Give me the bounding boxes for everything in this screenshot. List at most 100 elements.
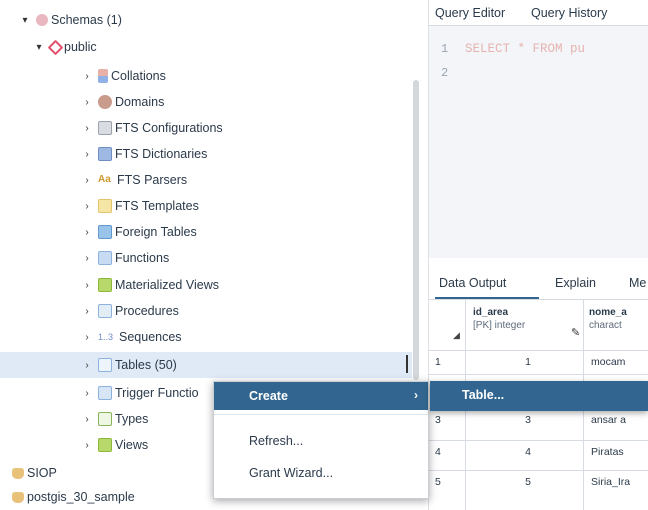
chevron-right-icon[interactable]: › (80, 123, 94, 134)
tree-node-label: Types (115, 412, 149, 426)
tree-node-label: FTS Dictionaries (115, 147, 208, 161)
tree-node-foreign-tables[interactable]: › Foreign Tables (0, 219, 412, 245)
chevron-right-icon[interactable]: › (80, 201, 94, 212)
column-header-nome-area[interactable]: nome_a charact (589, 306, 627, 354)
tree-node-procedures[interactable]: › Procedures (0, 298, 412, 324)
tree-node-domains[interactable]: › Domains (0, 89, 412, 115)
chevron-right-icon[interactable]: › (80, 332, 94, 343)
sql-editor[interactable]: 1 2 SELECT * FROM pu (429, 26, 648, 258)
column-name: nome_a (589, 307, 627, 318)
tree-node-schemas[interactable]: ▾ Schemas (1) (0, 7, 412, 33)
menu-item-label: Create (249, 389, 288, 403)
functions-icon (98, 251, 112, 265)
edit-pencil-icon: ✎ (571, 327, 581, 339)
line-number: 1 (441, 42, 449, 56)
output-tabs: Data Output Explain Me (429, 266, 648, 300)
chevron-right-icon[interactable]: › (80, 227, 94, 238)
foreign-tables-icon (98, 225, 112, 239)
tree-node-label: FTS Parsers (117, 173, 188, 187)
sql-code-line: SELECT * FROM pu (465, 42, 586, 56)
tree-node-label: Functions (115, 251, 170, 265)
types-icon (98, 412, 112, 426)
tree-scrollbar[interactable] (413, 80, 419, 380)
row-number: 5 (435, 476, 441, 488)
database-icon (12, 467, 24, 479)
tab-query-history[interactable]: Query History (531, 6, 607, 20)
chevron-right-icon[interactable]: › (80, 280, 94, 291)
tree-node-label: Collations (111, 69, 166, 83)
schemas-icon (36, 14, 48, 26)
sequences-icon: 1..3 (98, 332, 114, 342)
tab-explain[interactable]: Explain (555, 276, 596, 290)
table-row[interactable]: 3 3 ansar a (429, 408, 648, 432)
query-tabs: Query Editor Query History (429, 0, 648, 26)
fts-parsers-icon: Aa (98, 174, 111, 185)
tree-node-label: Trigger Functio (115, 386, 199, 400)
menu-separator (214, 414, 428, 415)
tree-node-label: SIOP (27, 466, 57, 480)
table-row[interactable]: 4 4 Piratas (429, 440, 648, 464)
procedures-icon (98, 304, 112, 318)
cell-id-area[interactable]: 3 (485, 414, 531, 426)
cell-nome-area[interactable]: mocam (591, 356, 625, 368)
chevron-down-icon[interactable]: ▾ (32, 42, 46, 53)
tree-node-label: Foreign Tables (115, 225, 197, 239)
chevron-right-icon[interactable]: › (80, 360, 94, 371)
cell-id-area[interactable]: 5 (485, 476, 531, 488)
menu-item-table[interactable]: Table... (462, 388, 504, 402)
cell-nome-area[interactable]: Piratas (591, 446, 624, 458)
row-number: 4 (435, 446, 441, 458)
trigger-functions-icon (98, 386, 112, 400)
chevron-right-icon[interactable]: › (80, 440, 94, 451)
context-menu: Create › Refresh... Grant Wizard... (213, 381, 429, 499)
chevron-right-icon[interactable]: › (80, 414, 94, 425)
fts-templates-icon (98, 199, 112, 213)
tree-node-label: FTS Templates (115, 199, 199, 213)
domains-icon (98, 95, 112, 109)
cell-id-area[interactable]: 1 (485, 356, 531, 368)
fts-configurations-icon (98, 121, 112, 135)
column-type: [PK] integer (473, 320, 526, 331)
tree-node-label: Schemas (1) (51, 13, 122, 27)
chevron-right-icon[interactable]: › (80, 97, 94, 108)
menu-item-create[interactable]: Create › (214, 382, 428, 410)
tree-node-label: Tables (50) (115, 358, 177, 372)
column-header-id-area[interactable]: id_area [PK] integer (473, 306, 525, 354)
tree-node-public[interactable]: ▾ public (0, 34, 412, 60)
schema-public-icon (47, 39, 64, 55)
menu-item-grant-wizard[interactable]: Grant Wizard... (249, 466, 333, 480)
menu-item-refresh[interactable]: Refresh... (249, 434, 303, 448)
tree-node-label: Sequences (119, 330, 182, 344)
chevron-right-icon[interactable]: › (80, 175, 94, 186)
cell-nome-area[interactable]: ansar a (591, 414, 626, 426)
tree-node-functions[interactable]: › Functions (0, 245, 412, 271)
table-row[interactable]: 5 5 Siria_Ira (429, 470, 648, 494)
tab-query-editor[interactable]: Query Editor (435, 6, 505, 20)
chevron-down-icon[interactable]: ▾ (18, 15, 32, 26)
chevron-right-icon[interactable]: › (80, 253, 94, 264)
column-name: id_area (473, 307, 509, 318)
tab-messages[interactable]: Me (629, 276, 646, 290)
cell-id-area[interactable]: 4 (485, 446, 531, 458)
chevron-right-icon[interactable]: › (80, 149, 94, 160)
tables-icon (98, 358, 112, 372)
tree-node-fts-parsers[interactable]: › Aa FTS Parsers (0, 167, 412, 193)
table-row[interactable]: 1 1 mocam (429, 350, 648, 374)
tree-node-fts-configurations[interactable]: › FTS Configurations (0, 115, 412, 141)
tree-node-tables[interactable]: › Tables (50) (0, 352, 412, 378)
tree-node-label: postgis_30_sample (27, 490, 135, 504)
sort-icon[interactable]: ◢ (453, 330, 460, 341)
tree-node-fts-dictionaries[interactable]: › FTS Dictionaries (0, 141, 412, 167)
chevron-right-icon[interactable]: › (80, 306, 94, 317)
tab-data-output[interactable]: Data Output (439, 276, 506, 290)
query-tool-panel: Query Editor Query History 1 2 SELECT * … (428, 0, 648, 510)
cell-nome-area[interactable]: Siria_Ira (591, 476, 630, 488)
chevron-right-icon[interactable]: › (80, 388, 94, 399)
tree-node-sequences[interactable]: › 1..3 Sequences (0, 324, 412, 350)
tree-node-fts-templates[interactable]: › FTS Templates (0, 193, 412, 219)
tree-node-collations[interactable]: › Collations (0, 63, 412, 89)
tree-node-label: Views (115, 438, 149, 452)
materialized-views-icon (98, 278, 112, 292)
chevron-right-icon[interactable]: › (80, 71, 94, 82)
tree-node-materialized-views[interactable]: › Materialized Views (0, 272, 412, 298)
